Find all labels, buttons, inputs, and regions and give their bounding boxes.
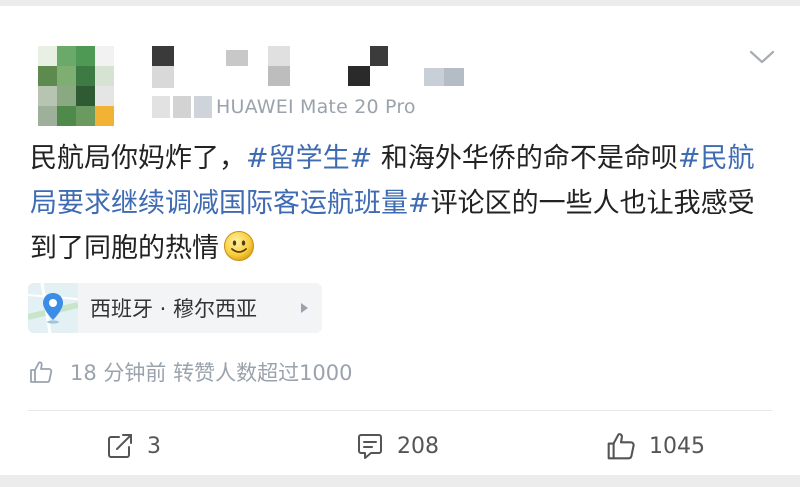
repost-button[interactable]: 3: [105, 426, 161, 466]
comment-icon: [358, 434, 382, 459]
post-body: 民航局你妈炸了，#留学生# 和海外华侨的命不是命呗#民航局要求继续调减国际客运航…: [30, 136, 775, 271]
text-segment: 和海外华侨的命不是命呗: [372, 143, 678, 174]
avatar[interactable]: [38, 46, 114, 126]
username-blurred[interactable]: [152, 46, 472, 88]
text-segment: 民航局你妈炸了，: [30, 143, 246, 174]
like-info-row: 18 分钟前 转赞人数超过1000: [28, 354, 353, 390]
like-count: 1045: [649, 433, 705, 459]
chevron-down-icon[interactable]: [745, 46, 779, 68]
post-card: HUAWEI Mate 20 Pro 民航局你妈炸了，#留学生# 和海外华侨的命…: [0, 6, 800, 475]
like-info-text: 18 分钟前 转赞人数超过1000: [70, 361, 353, 385]
thumbs-up-icon: [607, 433, 635, 460]
map-pin-icon: [28, 283, 78, 333]
comment-button[interactable]: 208: [355, 426, 439, 466]
meta-blurred: [152, 96, 212, 118]
comment-count: 208: [397, 433, 439, 459]
smiley-emoji: [224, 231, 254, 261]
location-label: 西班牙 · 穆尔西亚: [90, 297, 258, 321]
thumbs-up-icon: [30, 361, 53, 383]
caret-right-icon: [301, 303, 308, 313]
repost-count: 3: [147, 433, 161, 459]
post-meta: HUAWEI Mate 20 Pro: [152, 92, 416, 122]
device-label: HUAWEI Mate 20 Pro: [216, 96, 416, 118]
hashtag-link[interactable]: #留学生#: [246, 143, 372, 174]
location-chip[interactable]: 西班牙 · 穆尔西亚: [28, 283, 322, 333]
divider: [28, 410, 772, 411]
repost-icon: [108, 434, 132, 458]
like-button[interactable]: 1045: [605, 426, 705, 466]
